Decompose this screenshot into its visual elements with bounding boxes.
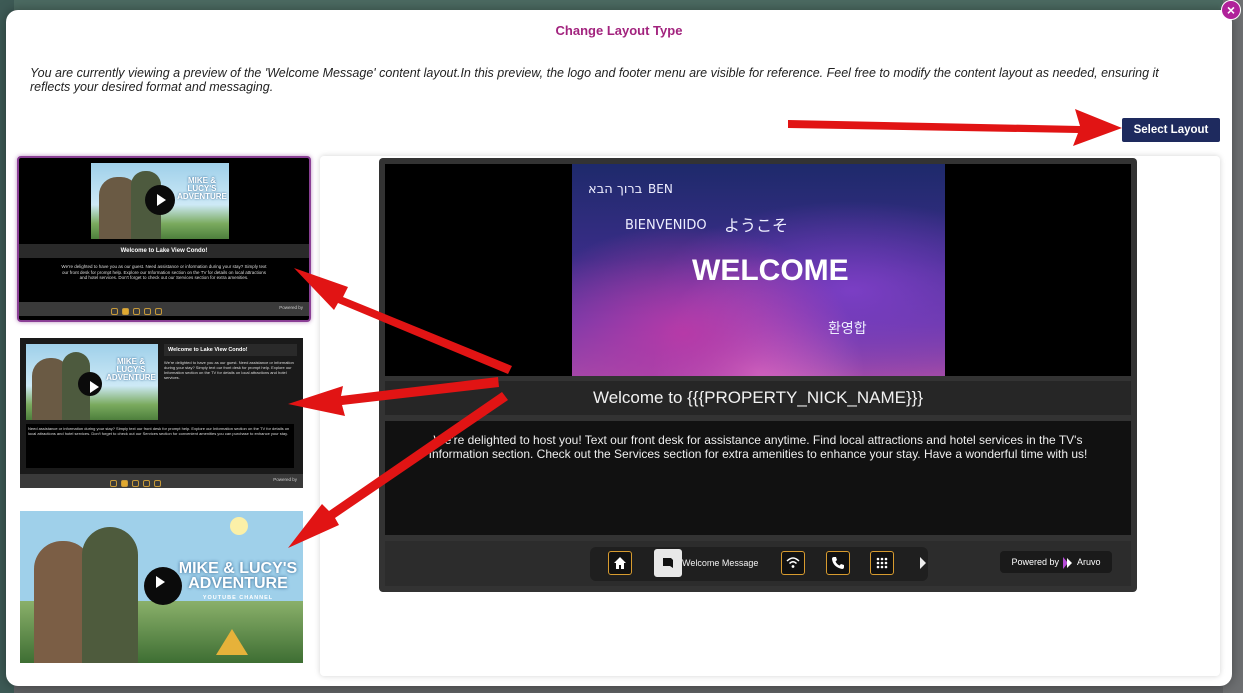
- thumb2-video: MIKE & LUCY'S ADVENTURE: [26, 344, 158, 420]
- wifi-nav-button[interactable]: [781, 551, 805, 575]
- layout-option-2[interactable]: MIKE & LUCY'S ADVENTURE Welcome to Lake …: [20, 338, 303, 488]
- message-icon: [122, 308, 129, 315]
- welcome-hero-image: ברוך הבא BEN BIENVENIDO ようこそ WELCOME 환영합: [572, 164, 945, 376]
- thumb1-powered: Powered by: [279, 305, 303, 310]
- thumb1-video: MIKE & LUCY'S ADVENTURE: [91, 163, 229, 239]
- active-nav-label: Welcome Message: [682, 558, 759, 568]
- thumb3-person-figure-2: [82, 527, 138, 663]
- phone-nav-button[interactable]: [826, 551, 850, 575]
- wifi-icon: [133, 308, 140, 315]
- thumb2-body-short: We're delighted to have you as our guest…: [164, 360, 294, 380]
- apps-nav-button[interactable]: [870, 551, 894, 575]
- message-icon: [121, 480, 128, 487]
- apps-icon: [154, 480, 161, 487]
- welcome-body-text: We're delighted to host you! Text our fr…: [428, 433, 1088, 461]
- thumb2-title: Welcome to Lake View Condo!: [164, 344, 297, 356]
- layout-option-1[interactable]: MIKE & LUCY'S ADVENTURE Welcome to Lake …: [17, 156, 311, 322]
- hero-word-ben: BEN: [648, 182, 673, 196]
- phone-icon: [832, 557, 844, 569]
- home-icon: [111, 308, 118, 315]
- hero-word-japanese: ようこそ: [724, 216, 789, 235]
- phone-icon: [143, 480, 150, 487]
- thumb1-body: We're delighted to have you as our guest…: [61, 264, 267, 280]
- thumb2-footer: Powered by: [20, 474, 303, 488]
- thumb1-footer: Powered by: [19, 302, 309, 316]
- powered-by-badge: Powered by Aruvo: [1000, 551, 1112, 573]
- hero-word-bienvenido: BIENVENIDO: [625, 218, 707, 233]
- welcome-message-nav-button[interactable]: [654, 549, 682, 577]
- apps-icon: [876, 557, 888, 569]
- welcome-body: We're delighted to host you! Text our fr…: [385, 421, 1131, 535]
- play-icon[interactable]: [145, 185, 175, 215]
- home-icon: [614, 557, 626, 569]
- powered-by-label: Powered by: [1011, 557, 1059, 567]
- apps-icon: [155, 308, 162, 315]
- thumb2-powered: Powered by: [273, 477, 297, 482]
- home-icon: [110, 480, 117, 487]
- tent-icon: [216, 629, 248, 655]
- background-top-strip: [0, 0, 1243, 10]
- welcome-title: Welcome to {{{PROPERTY_NICK_NAME}}}: [385, 381, 1131, 415]
- aruvo-logo-icon: [1063, 556, 1073, 569]
- thumb2-body-long: Need assistance or information during yo…: [26, 424, 294, 468]
- phone-icon: [144, 308, 151, 315]
- thumb2-video-title: MIKE & LUCY'S ADVENTURE: [106, 357, 156, 382]
- thumb1-title: Welcome to Lake View Condo!: [19, 244, 309, 258]
- wifi-icon: [132, 480, 139, 487]
- close-icon[interactable]: ×: [1221, 0, 1241, 20]
- hero-word-hebrew: ברוך הבא: [588, 182, 643, 197]
- nav-next-arrow-icon[interactable]: [920, 557, 926, 569]
- select-layout-button[interactable]: Select Layout: [1122, 118, 1220, 142]
- message-icon: [663, 558, 673, 568]
- play-icon[interactable]: [78, 372, 102, 396]
- brand-name: Aruvo: [1077, 557, 1101, 567]
- thumb1-video-title: MIKE & LUCY'S ADVENTURE: [177, 176, 227, 201]
- footer-nav: Welcome Message: [590, 547, 928, 581]
- modal-title: Change Layout Type: [555, 23, 683, 38]
- play-icon[interactable]: [144, 567, 182, 605]
- hero-word-welcome: WELCOME: [692, 254, 849, 287]
- hero-section: ברוך הבא BEN BIENVENIDO ようこそ WELCOME 환영합: [385, 164, 1131, 376]
- modal-description: You are currently viewing a preview of t…: [30, 66, 1159, 94]
- wifi-icon: [786, 557, 800, 568]
- home-nav-button[interactable]: [608, 551, 632, 575]
- thumb3-video-title: MIKE & LUCY'S ADVENTURE: [178, 560, 298, 592]
- hero-word-korean: 환영합: [828, 321, 867, 337]
- sun-icon: [230, 517, 248, 535]
- tv-preview: ברוך הבא BEN BIENVENIDO ようこそ WELCOME 환영합…: [379, 158, 1137, 592]
- layout-option-3[interactable]: MIKE & LUCY'S ADVENTURE YOUTUBE CHANNEL: [20, 511, 303, 663]
- tv-footer: Welcome Message Powered by Aruvo: [385, 541, 1131, 586]
- thumb3-video-subtitle: YOUTUBE CHANNEL: [202, 595, 274, 601]
